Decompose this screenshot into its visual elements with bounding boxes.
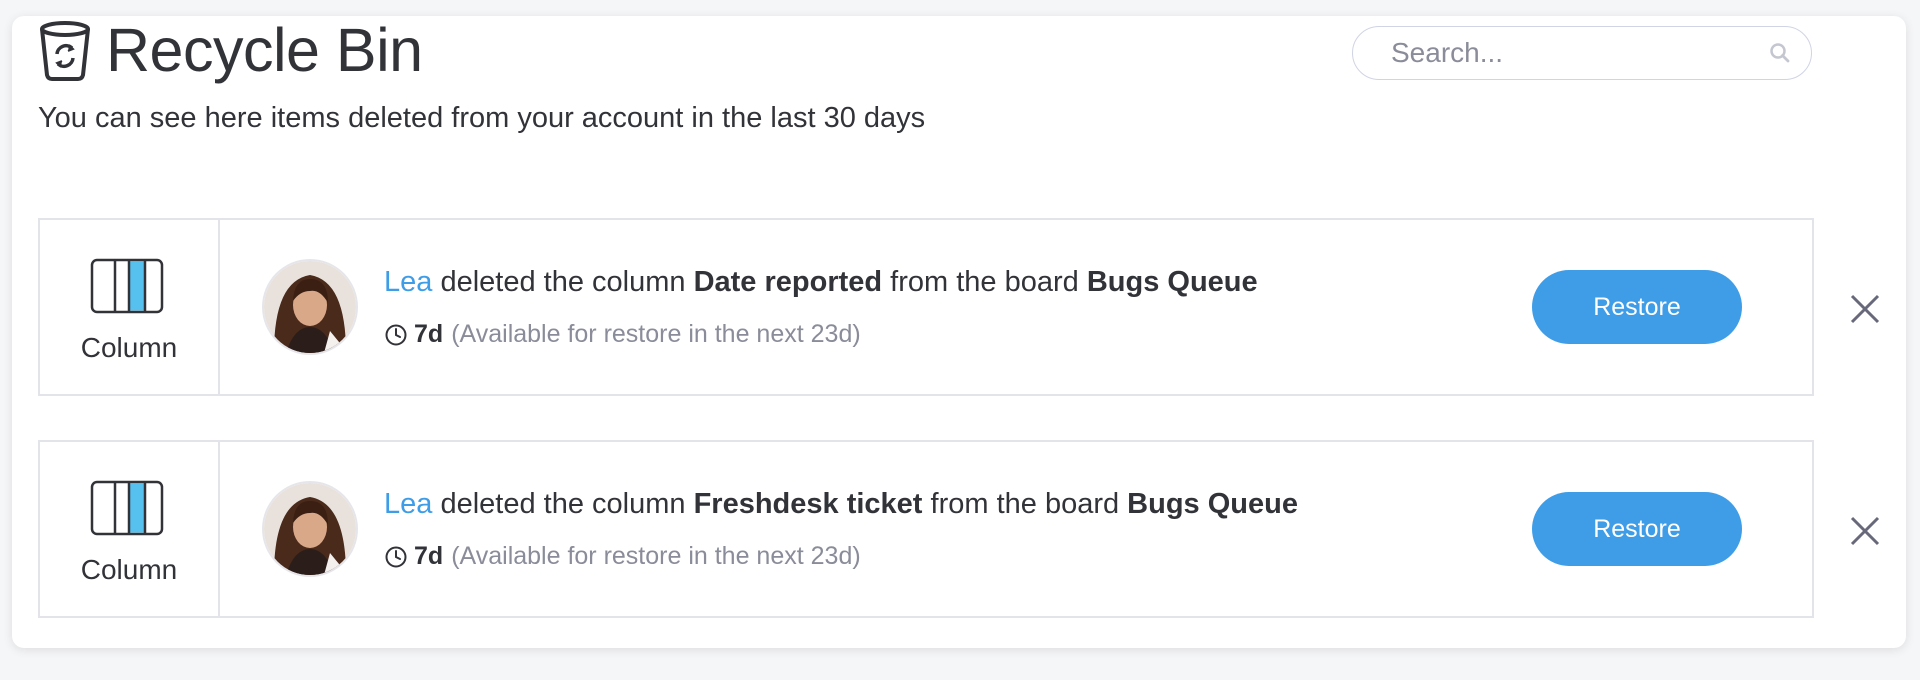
item-type-label: Column [80,332,178,363]
deletion-age: 7d (Available for restore in the next 23… [384,320,861,349]
deletion-age: 7d (Available for restore in the next 23… [384,542,861,571]
availability-text: (Available for restore in the next 23d) [451,320,861,348]
close-icon[interactable] [1848,514,1882,548]
item-type-cell: Column [40,220,220,394]
close-icon[interactable] [1848,292,1882,326]
avatar [264,261,356,353]
user-link[interactable]: Lea [384,488,432,520]
restore-button[interactable]: Restore [1532,492,1742,566]
deleted-item-name: Date reported [693,266,883,298]
search-box[interactable] [1352,26,1812,80]
restore-button[interactable]: Restore [1532,270,1742,344]
age-value: 7d [414,542,444,570]
item-type-cell: Column [40,442,220,616]
board-name: Bugs Queue [1127,488,1298,520]
age-value: 7d [414,320,444,348]
search-icon[interactable] [1769,42,1791,64]
user-link[interactable]: Lea [384,266,432,298]
page-title: Recycle Bin [106,16,423,84]
deleted-item-row: Column Lea deleted the column Date repor… [38,218,1814,396]
avatar [264,483,356,575]
item-type-label: Column [80,554,178,585]
clock-icon [385,546,407,567]
deleted-item-name: Freshdesk ticket [693,488,923,520]
page-header: Recycle Bin [38,20,423,81]
column-icon [90,258,164,314]
page-subtitle: You can see here items deleted from your… [38,102,926,134]
column-icon [90,480,164,536]
board-name: Bugs Queue [1086,266,1258,298]
deletion-description: Lea deleted the column Date reported fro… [384,266,1258,298]
clock-icon [385,324,407,345]
deletion-description: Lea deleted the column Freshdesk ticket … [384,488,1298,520]
availability-text: (Available for restore in the next 23d) [451,542,861,570]
deleted-item-row: Column Lea deleted the column Freshdesk … [38,440,1814,618]
search-input[interactable] [1389,36,1769,70]
recycle-bin-icon [40,20,90,81]
